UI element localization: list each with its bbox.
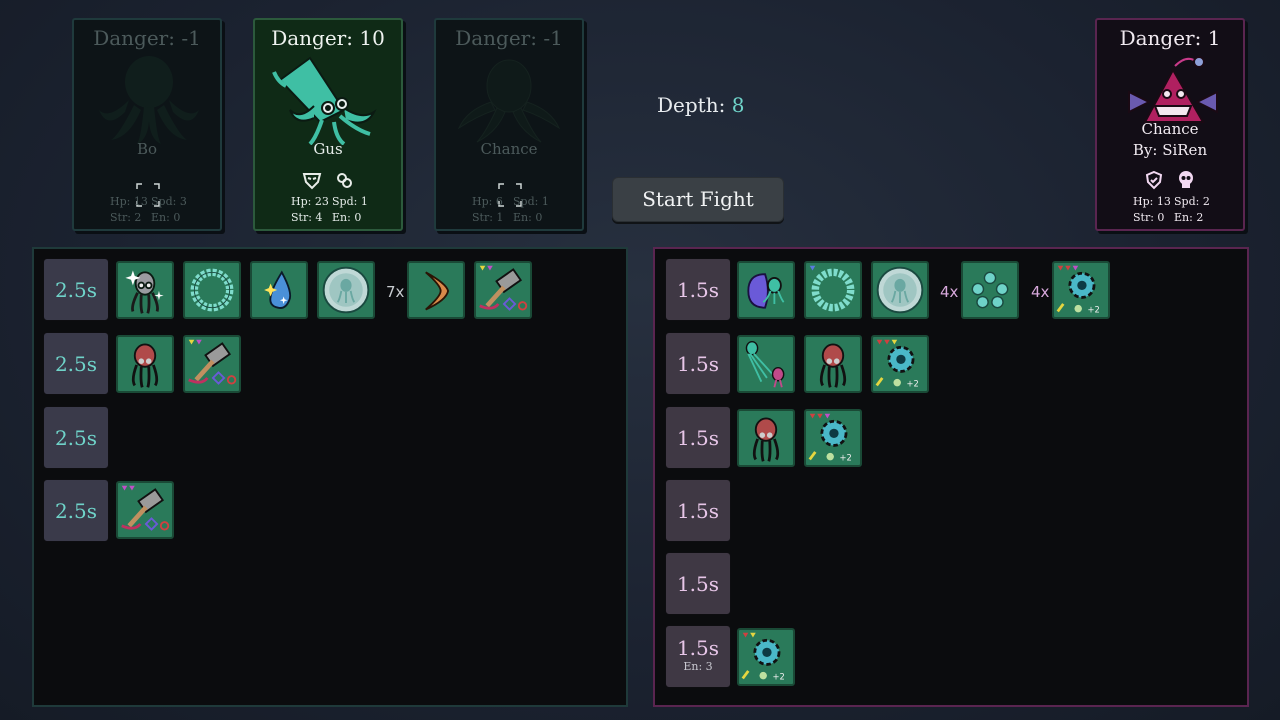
slot-time: 1.5s [676,426,720,450]
spd-stat: Spd: 3 [151,195,187,208]
spd-stat: Spd: 1 [513,195,549,208]
str-stat: Str: 0 [1133,211,1165,224]
jelly-squid-item-icon[interactable] [737,261,795,319]
timing-slot[interactable]: 2.5s [43,406,109,469]
card-stats: Hp: 13 Spd: 3 Str: 2 En: 0 [74,195,220,224]
slot-time: 1.5s [676,636,720,660]
multiplier-label: 4x [940,283,959,301]
enemy-card[interactable]: Danger: 1 Chance By: SiRen Hp: 13 Spd: 2… [1095,18,1245,231]
timing-slot[interactable]: 1.5s [665,332,731,395]
hammer-item-icon[interactable] [474,261,532,319]
start-fight-button[interactable]: Start Fight [612,177,784,222]
squid-item-icon[interactable] [737,409,795,467]
hp-stat: Hp: 13 [110,195,148,208]
bonus-label: +2 [1088,304,1100,314]
skull-icon [1179,171,1193,188]
slot-time: 1.5s [676,499,720,523]
timing-slot[interactable]: 1.5s [665,552,731,615]
player-action-panel: 2.5s 2.5s 2.5s 2.5s 7x [32,247,628,707]
squid-swarm-item-icon[interactable] [737,335,795,393]
timing-slot[interactable]: 2.5s [43,258,109,321]
bonus-label: +2 [840,452,852,462]
timing-slot[interactable]: 1.5s [665,479,731,542]
hammer-item-icon[interactable] [116,481,174,539]
depth-value: 8 [731,93,745,117]
hp-stat: Hp: 6 [472,195,503,208]
en-stat: En: 2 [1174,211,1204,224]
depth-label: Depth: [657,93,726,117]
squid-icon [272,56,377,145]
squad-card-gus[interactable]: Danger: 10 Gus Hp: 23 Spd: 1 Str: 4 En: … [253,18,403,231]
squad-card-bo[interactable]: Danger: -1 Bo Hp: 13 Spd: 3 Str: 2 En: 0 [72,18,222,231]
slot-time: 2.5s [54,278,98,302]
card-name: Chance [480,140,538,158]
bubble-squid-item-icon[interactable] [871,261,929,319]
depth-indicator: Depth: 8 [657,93,744,117]
ring-item-icon[interactable] [183,261,241,319]
spd-stat: Spd: 1 [332,195,368,208]
card-author: By: SiRen [1132,141,1208,159]
str-stat: Str: 2 [110,211,142,224]
danger-label: Danger: -1 [93,26,201,50]
gear-item-icon[interactable]: +2 [1052,261,1110,319]
hp-stat: Hp: 23 [291,195,329,208]
boomerang-item-icon[interactable] [407,261,465,319]
multiplier-label: 7x [386,283,405,301]
link-icon [337,173,352,188]
squad-card-chance[interactable]: Danger: -1 Chance Hp: 6 Spd: 1 Str: 1 En… [434,18,584,231]
card-badges [255,170,401,190]
mask-icon [302,173,322,190]
card-stats: Hp: 23 Spd: 1 Str: 4 En: 0 [255,195,401,224]
card-stats: Hp: 13 Spd: 2 Str: 0 En: 2 [1097,195,1243,224]
hammer-item-icon[interactable] [183,335,241,393]
danger-label: Danger: 10 [271,26,385,50]
slot-time: 1.5s [676,278,720,302]
bonus-label: +2 [907,378,919,388]
slot-time: 2.5s [54,352,98,376]
squid-sparkle-item-icon[interactable] [116,261,174,319]
ring-item-icon[interactable] [804,261,862,319]
timing-slot[interactable]: 1.5s En: 3 [665,625,731,688]
bubble-squid-item-icon[interactable] [317,261,375,319]
spd-stat: Spd: 2 [1174,195,1210,208]
hp-stat: Hp: 13 [1133,195,1171,208]
slot-energy: En: 3 [683,660,713,673]
slot-time: 2.5s [54,499,98,523]
timing-slot[interactable]: 1.5s [665,258,731,321]
en-stat: En: 0 [513,211,543,224]
str-stat: Str: 4 [291,211,323,224]
card-badges [1097,170,1243,190]
timing-slot[interactable]: 2.5s [43,332,109,395]
slot-time: 2.5s [54,426,98,450]
enemy-action-panel: 1.5s 1.5s 1.5s 1.5s 1.5s 1.5s En: 3 4x 4… [653,247,1249,707]
squid-item-icon[interactable] [804,335,862,393]
card-name: Chance [1141,120,1199,138]
shield-icon [1145,170,1163,190]
en-stat: En: 0 [151,211,181,224]
card-stats: Hp: 6 Spd: 1 Str: 1 En: 0 [436,195,582,224]
gear-item-icon[interactable]: +2 [804,409,862,467]
danger-label: Danger: -1 [455,26,563,50]
timing-slot[interactable]: 1.5s [665,406,731,469]
timing-slot[interactable]: 2.5s [43,479,109,542]
water-drop-item-icon[interactable] [250,261,308,319]
multiplier-label: 4x [1031,283,1050,301]
orbs-item-icon[interactable] [961,261,1019,319]
card-name: Gus [313,140,343,158]
gear-item-icon[interactable]: +2 [871,335,929,393]
slot-time: 1.5s [676,352,720,376]
bonus-label: +2 [773,671,785,681]
slot-time: 1.5s [676,572,720,596]
squid-item-icon[interactable] [116,335,174,393]
octopus-silhouette-icon [457,59,561,143]
str-stat: Str: 1 [472,211,504,224]
card-name: Bo [136,140,158,158]
octopus-silhouette-icon [99,56,199,144]
danger-label: Danger: 1 [1119,26,1221,50]
gear-item-icon[interactable]: +2 [737,628,795,686]
en-stat: En: 0 [332,211,362,224]
